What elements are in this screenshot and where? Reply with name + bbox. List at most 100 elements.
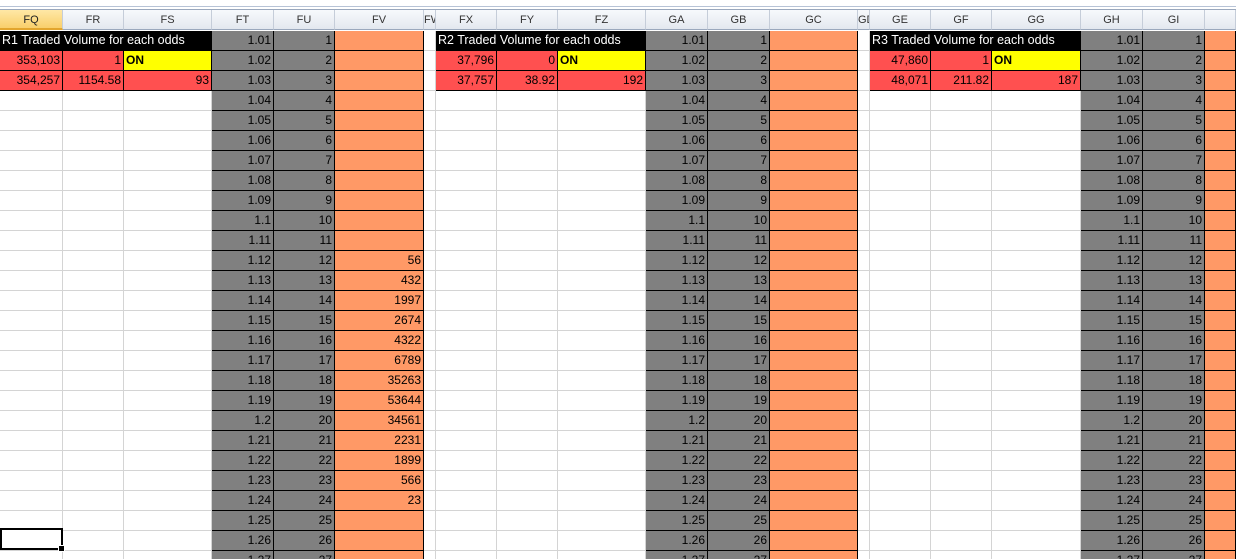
volume-cell[interactable]: 6789 <box>335 351 424 371</box>
grid-cell[interactable] <box>931 211 992 231</box>
grid-cell[interactable] <box>992 211 1081 231</box>
summary-amount[interactable]: 38.92 <box>497 71 558 91</box>
grid-cell[interactable] <box>124 191 212 211</box>
partial-volume-cell[interactable] <box>1205 131 1236 151</box>
grid-cell[interactable] <box>436 271 497 291</box>
grid-cell[interactable] <box>436 131 497 151</box>
volume-cell[interactable] <box>770 431 858 451</box>
grid-cell[interactable] <box>870 251 931 271</box>
grid-cell[interactable] <box>931 91 992 111</box>
grid-cell[interactable] <box>424 231 436 251</box>
grid-cell[interactable] <box>992 191 1081 211</box>
grid-cell[interactable] <box>497 191 558 211</box>
grid-cell[interactable] <box>63 291 124 311</box>
grid-cell[interactable] <box>931 491 992 511</box>
grid-cell[interactable] <box>497 291 558 311</box>
grid-cell[interactable] <box>436 111 497 131</box>
tick-cell[interactable]: 16 <box>1143 331 1205 351</box>
grid-cell[interactable] <box>497 371 558 391</box>
grid-cell[interactable] <box>436 391 497 411</box>
grid-cell[interactable] <box>436 351 497 371</box>
tick-cell[interactable]: 20 <box>1143 411 1205 431</box>
volume-cell[interactable]: 56 <box>335 251 424 271</box>
grid-cell[interactable] <box>992 551 1081 559</box>
tick-cell[interactable]: 2 <box>274 51 335 71</box>
grid-cell[interactable] <box>124 111 212 131</box>
grid-cell[interactable] <box>558 331 646 351</box>
grid-cell[interactable] <box>858 331 870 351</box>
grid-cell[interactable] <box>858 351 870 371</box>
partial-volume-cell[interactable] <box>1205 71 1236 91</box>
odds-cell[interactable]: 1.02 <box>646 51 708 71</box>
volume-cell[interactable] <box>335 131 424 151</box>
grid-cell[interactable] <box>63 431 124 451</box>
odds-cell[interactable]: 1.12 <box>646 251 708 271</box>
grid-cell[interactable] <box>558 311 646 331</box>
partial-volume-cell[interactable] <box>1205 251 1236 271</box>
tick-cell[interactable]: 8 <box>708 171 770 191</box>
odds-cell[interactable]: 1.22 <box>212 451 274 471</box>
volume-cell[interactable] <box>770 311 858 331</box>
volume-cell[interactable]: 35263 <box>335 371 424 391</box>
grid-cell[interactable] <box>858 391 870 411</box>
tick-cell[interactable]: 24 <box>274 491 335 511</box>
partial-volume-cell[interactable] <box>1205 191 1236 211</box>
tick-cell[interactable]: 3 <box>708 71 770 91</box>
column-header-gd[interactable]: GD <box>858 10 870 30</box>
grid-cell[interactable] <box>931 171 992 191</box>
grid-cell[interactable] <box>858 531 870 551</box>
summary-volume-2[interactable]: 37,757 <box>436 71 497 91</box>
grid-cell[interactable] <box>424 111 436 131</box>
grid-cell[interactable] <box>436 171 497 191</box>
grid-cell[interactable] <box>858 71 870 91</box>
grid-cell[interactable] <box>124 331 212 351</box>
tick-cell[interactable]: 6 <box>1143 131 1205 151</box>
grid-cell[interactable] <box>931 431 992 451</box>
tick-cell[interactable]: 14 <box>1143 291 1205 311</box>
grid-cell[interactable] <box>424 171 436 191</box>
grid-cell[interactable] <box>424 51 436 71</box>
grid-cell[interactable] <box>858 511 870 531</box>
grid-cell[interactable] <box>931 551 992 559</box>
odds-cell[interactable]: 1.17 <box>212 351 274 371</box>
odds-cell[interactable]: 1.12 <box>212 251 274 271</box>
grid-cell[interactable] <box>558 471 646 491</box>
odds-cell[interactable]: 1.11 <box>1081 231 1143 251</box>
tick-cell[interactable]: 13 <box>274 271 335 291</box>
odds-cell[interactable]: 1.18 <box>646 371 708 391</box>
tick-cell[interactable]: 11 <box>274 231 335 251</box>
tick-cell[interactable]: 27 <box>274 551 335 559</box>
tick-cell[interactable]: 26 <box>708 531 770 551</box>
grid-cell[interactable] <box>858 91 870 111</box>
tick-cell[interactable]: 5 <box>708 111 770 131</box>
odds-cell[interactable]: 1.27 <box>646 551 708 559</box>
tick-cell[interactable]: 21 <box>274 431 335 451</box>
grid-cell[interactable] <box>436 411 497 431</box>
odds-cell[interactable]: 1.09 <box>646 191 708 211</box>
tick-cell[interactable]: 17 <box>1143 351 1205 371</box>
grid-cell[interactable] <box>0 411 63 431</box>
grid-cell[interactable] <box>424 391 436 411</box>
grid-cell[interactable] <box>858 151 870 171</box>
grid-cell[interactable] <box>558 151 646 171</box>
volume-cell[interactable]: 1997 <box>335 291 424 311</box>
grid-cell[interactable] <box>558 231 646 251</box>
tick-cell[interactable]: 12 <box>708 251 770 271</box>
odds-cell[interactable]: 1.04 <box>212 91 274 111</box>
tick-cell[interactable]: 11 <box>1143 231 1205 251</box>
summary-flag[interactable]: 1 <box>931 51 992 71</box>
grid-cell[interactable] <box>992 431 1081 451</box>
grid-cell[interactable] <box>424 271 436 291</box>
odds-cell[interactable]: 1.19 <box>646 391 708 411</box>
grid-cell[interactable] <box>870 411 931 431</box>
odds-cell[interactable]: 1.02 <box>212 51 274 71</box>
volume-cell[interactable] <box>770 411 858 431</box>
grid-cell[interactable] <box>0 111 63 131</box>
grid-cell[interactable] <box>0 91 63 111</box>
grid-cell[interactable] <box>436 331 497 351</box>
odds-cell[interactable]: 1.19 <box>212 391 274 411</box>
volume-cell[interactable] <box>335 551 424 559</box>
grid-cell[interactable] <box>558 291 646 311</box>
grid-cell[interactable] <box>63 91 124 111</box>
summary-amount[interactable]: 1154.58 <box>63 71 124 91</box>
